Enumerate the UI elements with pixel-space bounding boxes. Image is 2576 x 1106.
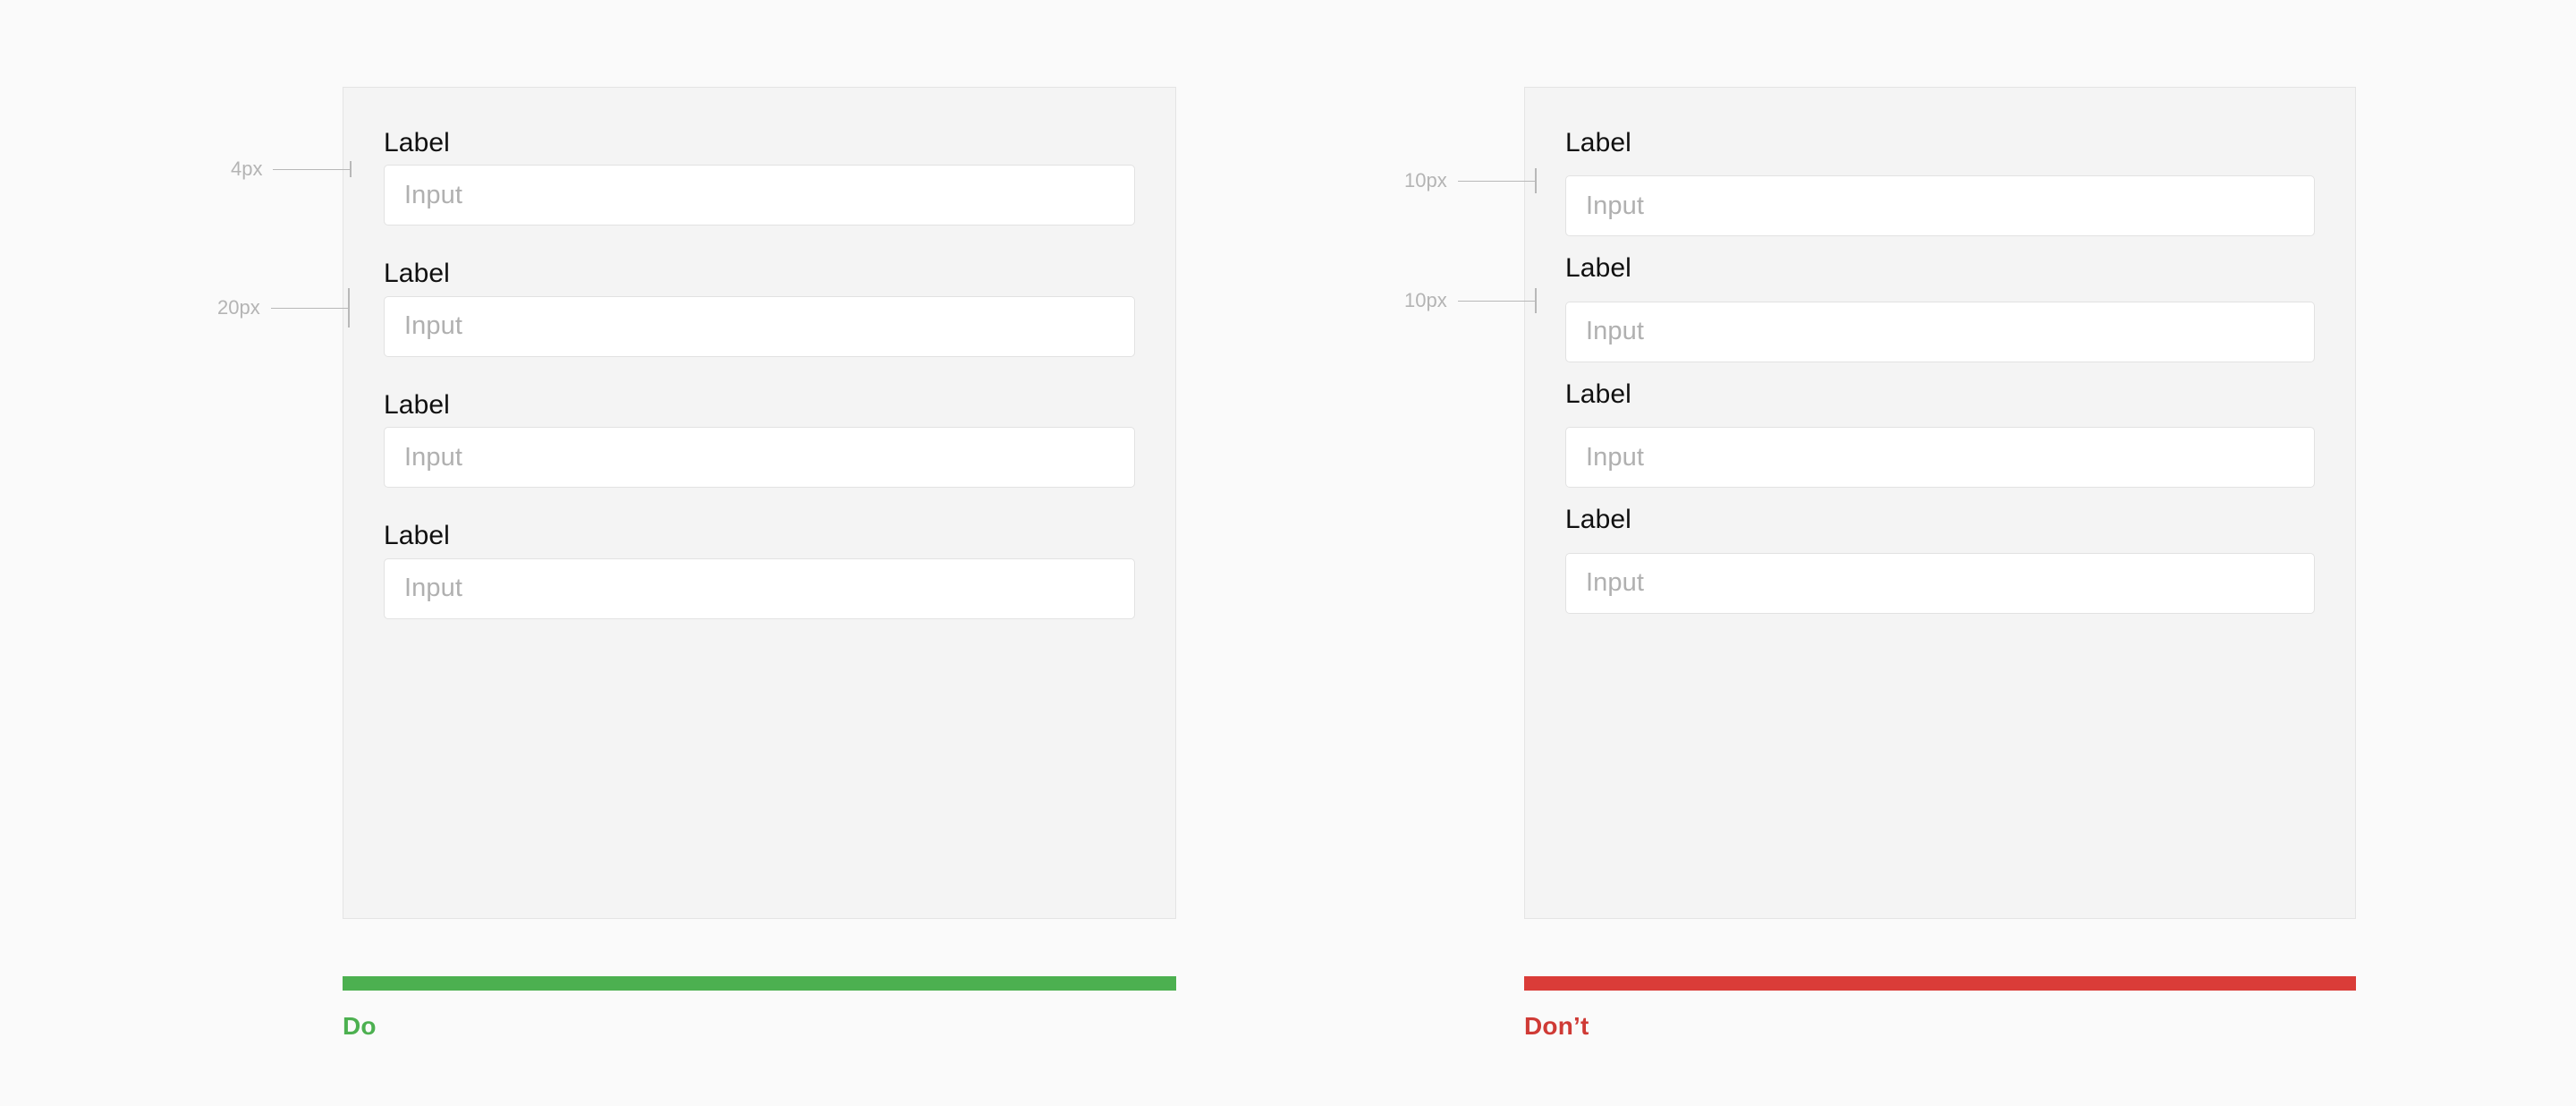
- field-label: Label: [1565, 253, 1631, 284]
- annotation-value: 20px: [217, 296, 260, 319]
- field-label: Label: [1565, 128, 1631, 157]
- text-input[interactable]: Input: [384, 165, 1135, 226]
- measure-tick-icon: [347, 288, 350, 328]
- form-field: Label Input: [1565, 253, 2315, 362]
- text-input[interactable]: Input: [1565, 175, 2315, 237]
- spacing-annotation-do-label-gap: 4px: [231, 159, 352, 179]
- spacing-annotation-dont-group-gap: 10px: [1404, 288, 1537, 313]
- measure-tick-icon: [1534, 168, 1537, 193]
- field-label: Label: [1565, 505, 1631, 535]
- form-field: Label Input: [1565, 505, 2315, 614]
- text-input[interactable]: Input: [1565, 552, 2315, 614]
- do-field-list: Label Input Label Input Label Input Labe…: [384, 128, 1135, 619]
- dont-accent-bar: [1524, 976, 2356, 991]
- form-field: Label Input: [384, 259, 1135, 357]
- form-field: Label Input: [384, 128, 1135, 226]
- leader-line-icon: [273, 168, 351, 170]
- field-label: Label: [384, 389, 450, 420]
- annotation-value: 4px: [231, 157, 263, 180]
- field-label: Label: [1565, 379, 1631, 409]
- text-input[interactable]: Input: [1565, 427, 2315, 489]
- spacing-annotation-dont-label-gap: 10px: [1404, 168, 1537, 193]
- field-label: Label: [384, 259, 450, 289]
- dont-form-card: Label Input Label Input Label Input Labe…: [1524, 87, 2356, 919]
- measure-tick-icon: [350, 161, 352, 177]
- spacing-guideline-canvas: Label Input Label Input Label Input Labe…: [0, 0, 2576, 1106]
- do-verdict-label: Do: [343, 1012, 377, 1040]
- leader-line-icon: [270, 307, 348, 309]
- field-label: Label: [384, 128, 450, 157]
- dont-example: Label Input Label Input Label Input Labe…: [1524, 87, 2356, 1041]
- leader-line-icon: [1457, 180, 1535, 182]
- dont-field-list: Label Input Label Input Label Input Labe…: [1565, 128, 2315, 614]
- field-label: Label: [384, 521, 450, 551]
- leader-line-icon: [1457, 300, 1535, 302]
- text-input[interactable]: Input: [384, 427, 1135, 489]
- form-field: Label Input: [1565, 128, 2315, 237]
- form-field: Label Input: [384, 389, 1135, 489]
- annotation-value: 10px: [1404, 289, 1447, 311]
- do-accent-bar: [343, 976, 1176, 991]
- form-field: Label Input: [1565, 379, 2315, 489]
- dont-verdict-label: Don’t: [1524, 1012, 1589, 1040]
- do-form-card: Label Input Label Input Label Input Labe…: [343, 87, 1176, 919]
- text-input[interactable]: Input: [1565, 301, 2315, 362]
- spacing-annotation-do-group-gap: 20px: [217, 288, 350, 328]
- measure-tick-icon: [1534, 288, 1537, 313]
- annotation-value: 10px: [1404, 169, 1447, 191]
- form-field: Label Input: [384, 521, 1135, 619]
- text-input[interactable]: Input: [384, 295, 1135, 357]
- do-example: Label Input Label Input Label Input Labe…: [343, 87, 1176, 1041]
- text-input[interactable]: Input: [384, 557, 1135, 619]
